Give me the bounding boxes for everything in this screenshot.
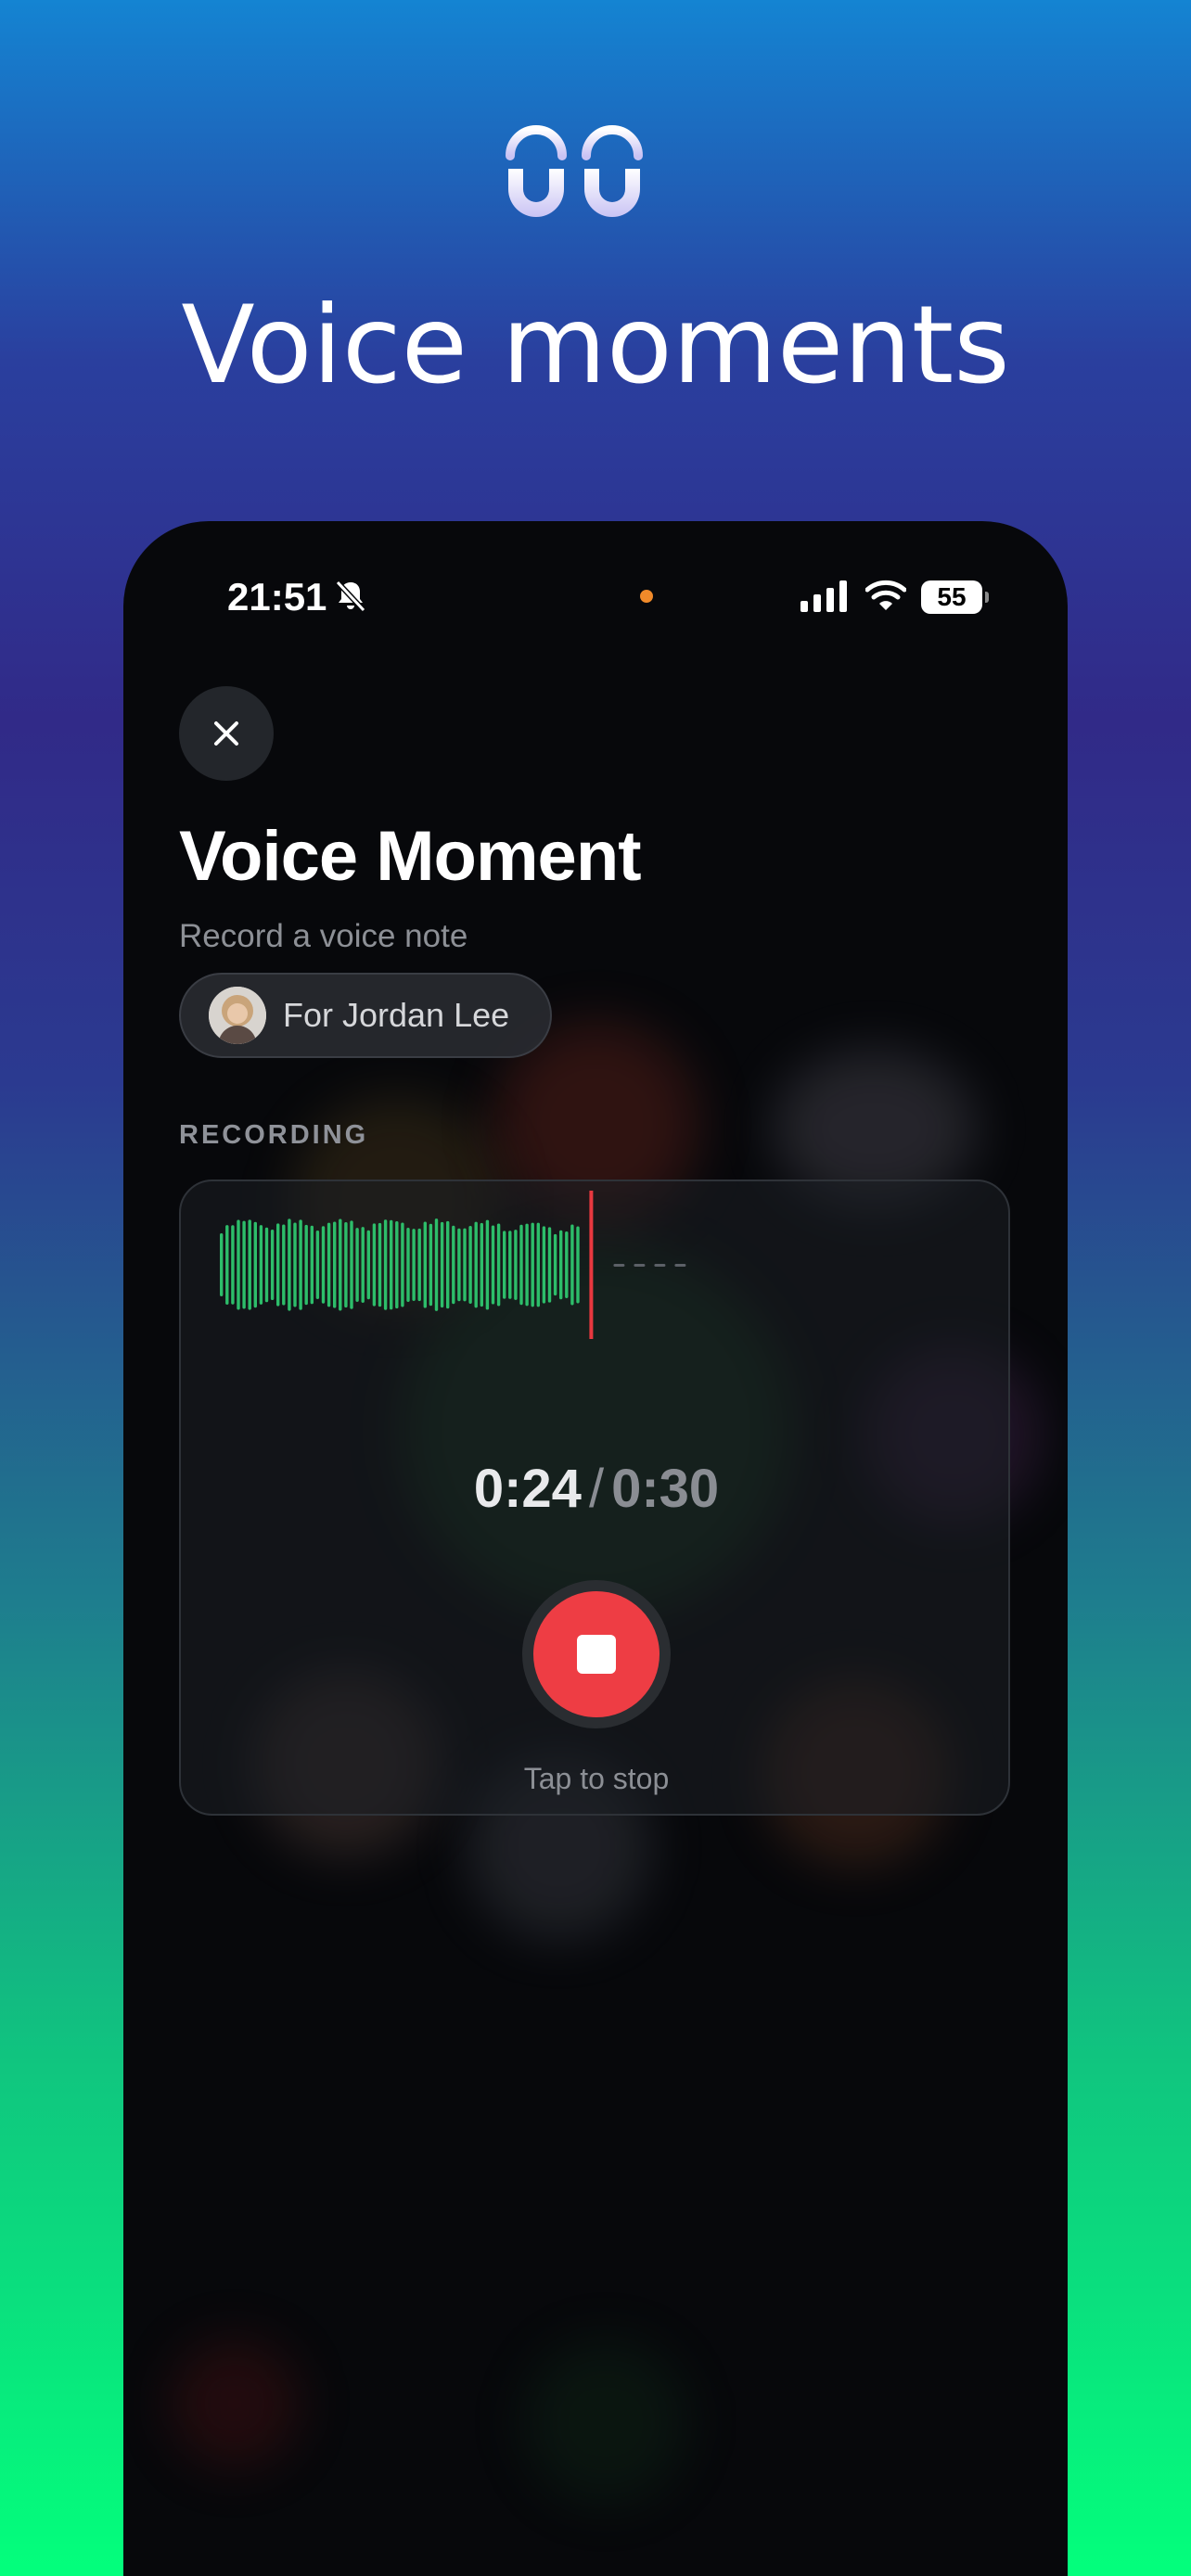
waveform-bar — [248, 1219, 251, 1310]
waveform-bar — [401, 1222, 404, 1307]
waveform-bar — [264, 1227, 269, 1303]
waveform-bar — [344, 1221, 348, 1308]
waveform-bar — [378, 1222, 382, 1307]
time-separator: / — [588, 1459, 605, 1519]
waveform-bar — [225, 1225, 229, 1305]
waveform-bar — [395, 1220, 399, 1309]
waveform-bar — [282, 1224, 286, 1306]
waveform-bar — [299, 1219, 302, 1310]
waveform — [220, 1191, 686, 1339]
bell-slash-icon — [335, 580, 366, 613]
waveform-bar — [553, 1233, 557, 1296]
waveform-bar — [536, 1222, 540, 1307]
waveform-bar — [576, 1226, 580, 1304]
max-duration: 0:30 — [611, 1459, 720, 1519]
waveform-bar — [542, 1226, 546, 1304]
waveform-bar — [276, 1223, 280, 1307]
waveform-bar — [321, 1226, 326, 1304]
battery-indicator: 55 — [921, 580, 989, 614]
playhead — [589, 1191, 594, 1339]
wifi-icon — [865, 580, 906, 610]
app-logo-icon — [506, 125, 643, 217]
waveform-bar — [237, 1219, 240, 1310]
waveform-bar — [485, 1219, 490, 1310]
avatar — [209, 987, 266, 1044]
waveform-bar — [508, 1231, 512, 1299]
waveform-bar — [350, 1220, 353, 1309]
elapsed-time: 0:24 — [473, 1459, 582, 1519]
waveform-bar — [339, 1218, 342, 1311]
recording-indicator — [640, 590, 653, 603]
waveform-bar — [315, 1230, 320, 1300]
waveform-bar — [503, 1231, 506, 1299]
waveform-bar — [220, 1233, 224, 1296]
status-time: 21:51 — [227, 575, 327, 618]
close-button[interactable] — [179, 686, 274, 781]
waveform-bar — [231, 1225, 235, 1305]
waveform-bar — [361, 1227, 365, 1303]
close-icon — [214, 721, 238, 746]
waveform-bar — [559, 1230, 563, 1300]
waveform-bar — [474, 1221, 478, 1308]
recording-timer: 0:24/0:30 — [181, 1458, 1012, 1520]
waveform-bar — [423, 1221, 427, 1308]
waveform-bar — [406, 1227, 410, 1303]
stop-recording-button[interactable] — [533, 1591, 660, 1717]
waveform-bar — [327, 1222, 331, 1307]
promo-headline: Voice moments — [181, 283, 1010, 408]
waveform-bar — [288, 1218, 291, 1311]
waveform-bar — [270, 1229, 275, 1301]
stop-hint: Tap to stop — [523, 1762, 670, 1795]
waveform-bar — [372, 1223, 377, 1307]
waveform-bar — [310, 1225, 314, 1305]
recording-card: 0:24/0:30 Tap to stop — [179, 1180, 1010, 1816]
waveform-bar — [333, 1221, 337, 1308]
waveform-bar — [457, 1228, 461, 1302]
waveform-bar — [390, 1219, 393, 1310]
waveform-bar — [242, 1220, 246, 1309]
background-blur — [522, 2339, 689, 2506]
waveform-bar — [519, 1224, 523, 1306]
waveform-bar — [468, 1226, 472, 1304]
background-blur — [170, 2339, 300, 2468]
waveform-bar — [452, 1225, 455, 1305]
page-title: Voice Moment — [179, 817, 642, 896]
waveform-bar — [304, 1224, 308, 1306]
waveform-bar — [570, 1224, 574, 1306]
remaining-track-dash — [654, 1264, 666, 1267]
phone-frame: 21:51 55 Voice Moment Record a voice not… — [123, 521, 1068, 2576]
waveform-bar — [355, 1228, 359, 1302]
remaining-track-dash — [674, 1264, 686, 1267]
waveform-bar — [417, 1228, 421, 1302]
waveform-bar — [565, 1231, 569, 1298]
waveform-bar — [491, 1225, 495, 1305]
waveform-bar — [412, 1229, 416, 1301]
waveform-bar — [293, 1222, 297, 1307]
waveform-bar — [259, 1225, 263, 1305]
section-label: RECORDING — [179, 1120, 369, 1150]
waveform-bar — [496, 1223, 501, 1307]
recipient-label: For Jordan Lee — [283, 996, 510, 1034]
remaining-track-dash — [613, 1264, 625, 1267]
waveform-bar — [525, 1223, 529, 1307]
page-subtitle: Record a voice note — [179, 918, 468, 954]
waveform-bar — [253, 1221, 257, 1308]
waveform-bar — [446, 1220, 450, 1309]
stop-icon — [577, 1635, 616, 1674]
waveform-bar — [463, 1228, 467, 1302]
waveform-bar — [429, 1223, 433, 1307]
waveform-bar — [514, 1230, 518, 1300]
waveform-bar — [383, 1219, 388, 1310]
waveform-bar — [531, 1222, 534, 1307]
remaining-track-dash — [634, 1264, 646, 1267]
waveform-bar — [366, 1230, 370, 1300]
waveform-bar — [434, 1218, 439, 1311]
waveform-bar — [480, 1222, 483, 1307]
recipient-chip[interactable]: For Jordan Lee — [179, 973, 552, 1058]
cellular-signal-icon — [800, 580, 847, 612]
waveform-bar — [440, 1221, 444, 1308]
waveform-bar — [547, 1227, 552, 1303]
